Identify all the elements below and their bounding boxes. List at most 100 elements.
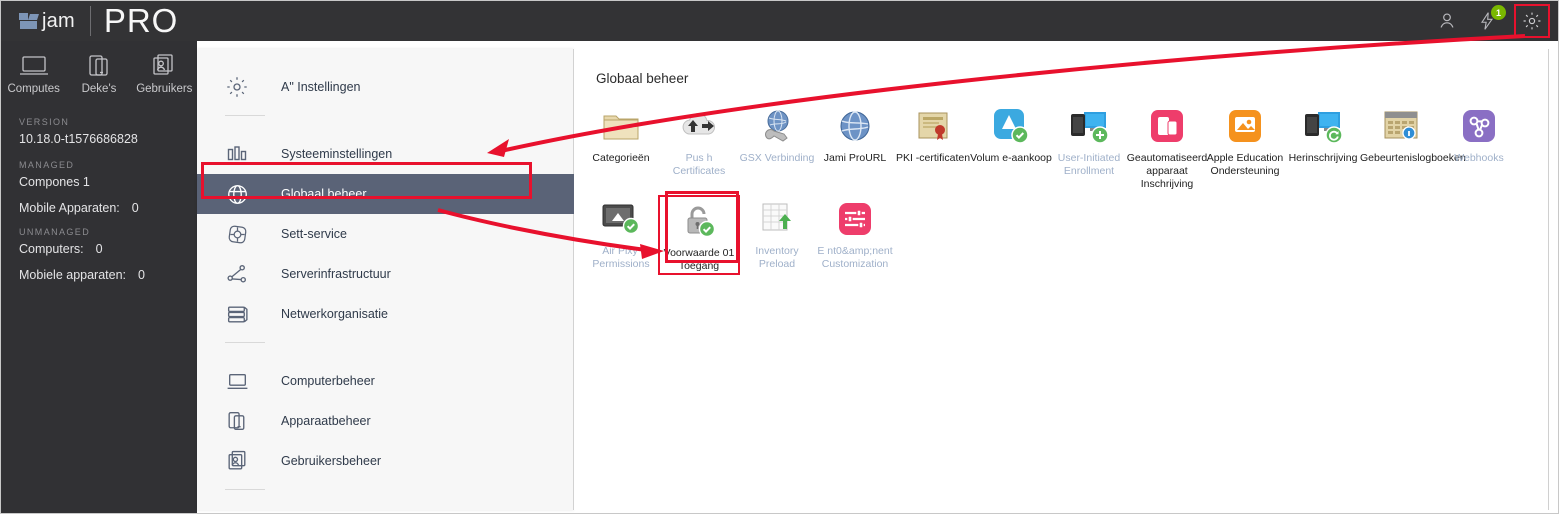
users-icon [153,54,173,75]
sidebar-item-jam-pro-informatie[interactable]: Jam Pro-informatie [197,508,573,513]
education-orange-icon [1227,104,1263,148]
tile-inventory-preload[interactable]: Inventory Preload [738,197,816,273]
bolt-icon[interactable]: 1 [1474,5,1506,34]
tile-label: Gebeurtenislogboeken [1360,152,1466,164]
managed-mobile-row: Mobile Apparaten: 0 [19,201,197,215]
sidebar-item-label: Serverinfrastructuur [281,267,391,281]
airplay-check-icon [601,197,641,241]
rail-tab-devices[interactable]: Deke's [66,53,131,95]
sliders-pink-icon [837,197,873,241]
tile-label: User-Initiated Enrollment [1057,152,1121,177]
rail-stats: VERSION 10.18.0-t1576686828 MANAGED Comp… [1,95,197,282]
sidebar-item-computerbeheer[interactable]: Computerbeheer [197,361,573,401]
laptop-icon [225,369,269,394]
menu-divider [225,115,265,116]
tile-jami-prourl[interactable]: Jami ProURL [816,104,894,191]
self-service-icon [225,222,269,247]
tile-webhooks[interactable]: Webhooks [1440,104,1518,191]
tile-label: Webhooks [1454,152,1504,164]
sidebar-item-label: Gebruikersbeheer [281,454,382,468]
globe-wrench-icon [757,104,797,148]
jam-logo-icon [19,12,39,30]
devices-icon [89,55,108,76]
app-window: jam PRO 1 Computes Deke's Gebruikers VER… [0,0,1559,514]
left-rail: Computes Deke's Gebruikers VERSION 10.18… [1,41,197,513]
devices-plus-icon [1068,104,1110,148]
tile-label: Volum e-aankoop [970,152,1052,164]
sidebar-item-gebruikersbeheer[interactable]: Gebruikersbeheer [197,441,573,481]
sidebar-item-label: Computerbeheer [281,374,375,388]
page-title: Globaal beheer [596,71,689,86]
rail-tab-computers[interactable]: Computes [1,53,66,95]
brand-divider [89,6,91,36]
managed-label: MANAGED [19,160,75,170]
unmanaged-computers-row: Computers: 0 [19,242,197,256]
unmanaged-computers-value: 0 [95,242,103,256]
top-bar-actions: 1 [1434,4,1558,38]
notification-badge: 1 [1491,5,1506,20]
tile-pki-certificaten[interactable]: PKI -certificaten [894,104,972,191]
gear-icon[interactable] [1519,8,1545,34]
version-label: VERSION [19,117,70,127]
event-log-icon [1382,104,1420,148]
cloud-push-icon [678,104,720,148]
unmanaged-mobile-row: Mobiele apparaten: 0 [19,268,197,282]
tile-apple-education-ondersteuning[interactable]: Apple Education Ondersteuning [1206,104,1284,191]
unmanaged-mobile-value: 0 [138,268,145,282]
version-value: 10.18.0-t1576686828 [19,132,138,146]
tile-label: PKI -certificaten [895,152,971,164]
devices-icon [225,409,269,434]
unmanaged-label: UNMANAGED [19,227,91,237]
sidebar-item-label: Sett-service [281,227,347,241]
appstore-check-icon [992,104,1030,148]
sidebar-item-label: Systeeminstellingen [281,147,393,161]
brand-product: PRO [103,2,179,39]
tile-enrollment-customization[interactable]: E nt0&amp;nent Customization [816,197,894,273]
tile-push-certificates[interactable]: Pus h Certificates [660,104,738,191]
tile-label: Herinschrijving [1288,152,1358,164]
devices-refresh-icon [1302,104,1344,148]
rail-tab-users[interactable]: Gebruikers [132,53,197,95]
servers-icon [225,302,269,327]
tile-label: Jami ProURL [823,152,887,164]
sidebar-item-serverinfrastructuur[interactable]: Serverinfrastructuur [197,254,573,294]
top-bar: jam PRO 1 [1,1,1558,41]
tile-gebeurtenislogboeken[interactable]: Gebeurtenislogboeken [1360,104,1466,191]
tile-label: Pus h Certificates [672,152,726,177]
spreadsheet-upload-icon [759,197,795,241]
tile-label: E nt0&amp;nent Customization [817,245,893,270]
tile-label: Categorieën [592,152,650,164]
laptop-icon [19,56,48,75]
settings-menu-panel: A" Instellingen Systeeminstellingen Glob… [197,49,574,510]
tile-label: Apple Education Ondersteuning [1206,152,1284,177]
tile-volume-aankoop[interactable]: Volum e-aankoop [970,104,1052,191]
sidebar-item-apparaatbeheer[interactable]: Apparaatbeheer [197,401,573,441]
device-pink-icon [1149,104,1185,148]
users-icon [225,449,269,474]
rail-tab-label: Gebruikers [136,83,193,95]
globaal-beheer-highlight-box [201,162,532,199]
rail-tabs: Computes Deke's Gebruikers [1,41,197,95]
sidebar-item-instellingen[interactable]: A" Instellingen [197,67,573,107]
tile-airplay-permissions[interactable]: Air Pixy' Permissions [582,197,660,273]
managed-mobile-label: Mobile Apparaten: [19,201,120,215]
tile-label: Geautomatiseerd apparaat Inschrijving [1126,152,1208,190]
brand-logo[interactable]: jam PRO [1,4,178,38]
tile-gsx-verbinding[interactable]: GSX Verbinding [738,104,816,191]
network-nodes-icon [225,262,269,287]
tile-categorieen[interactable]: Categorieën [582,104,660,191]
tile-user-initiated-enrollment[interactable]: User-Initiated Enrollment [1050,104,1128,191]
gear-icon [225,75,269,99]
managed-computers: Compones 1 [19,175,90,189]
brand-name: jam [42,9,75,32]
tile-herinschrijving[interactable]: Herinschrijving [1284,104,1362,191]
tile-geautomatiseerd-apparaat-inschrijving[interactable]: Geautomatiseerd apparaat Inschrijving [1126,104,1208,191]
tile-label: Inventory Preload [755,245,799,270]
sidebar-item-self-service[interactable]: Sett-service [197,214,573,254]
sidebar-item-netwerkorganisatie[interactable]: Netwerkorganisatie [197,294,573,334]
user-icon[interactable] [1434,8,1460,34]
managed-mobile-value: 0 [131,201,139,215]
tile-label: Air Pixy' Permissions [592,245,650,270]
sidebar-item-label: Netwerkorganisatie [281,307,388,321]
rail-tab-label: Deke's [81,83,117,95]
